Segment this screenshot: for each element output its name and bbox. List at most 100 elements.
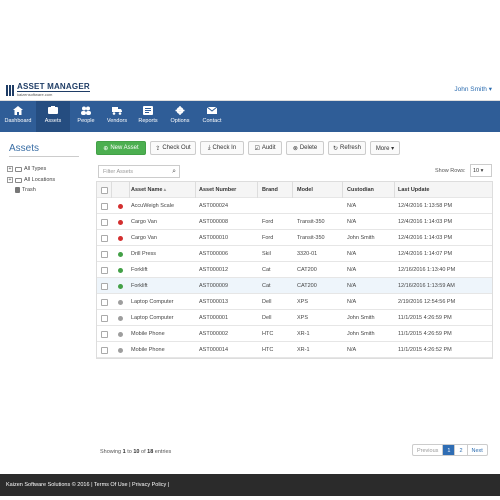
cell-brand: HTC bbox=[262, 331, 274, 337]
check-out-button[interactable]: ⇪ Check Out bbox=[150, 141, 196, 155]
audit-button[interactable]: ☑ Audit bbox=[248, 141, 282, 155]
cell-asset-name[interactable]: Mobile Phone bbox=[131, 347, 165, 353]
footer-text[interactable]: Kaizen Software Solutions © 2016 | Terms… bbox=[6, 482, 169, 488]
row-checkbox[interactable] bbox=[101, 347, 108, 354]
cell-asset-name[interactable]: Forklift bbox=[131, 283, 148, 289]
row-checkbox[interactable] bbox=[101, 219, 108, 226]
cell-model: 3320-01 bbox=[297, 251, 318, 257]
status-dot-icon bbox=[118, 284, 123, 289]
row-checkbox[interactable] bbox=[101, 251, 108, 258]
cell-asset-name[interactable]: AccuWeigh Scale bbox=[131, 203, 174, 209]
nav-contact[interactable]: Contact bbox=[196, 101, 228, 132]
expand-icon[interactable]: + bbox=[7, 166, 13, 172]
cell-last-update: 2/19/2016 12:54:56 PM bbox=[398, 299, 456, 305]
cell-model: Transit-350 bbox=[297, 235, 325, 241]
row-checkbox[interactable] bbox=[101, 331, 108, 338]
new-asset-button[interactable]: ⊕ New Asset bbox=[96, 141, 146, 155]
row-checkbox[interactable] bbox=[101, 283, 108, 290]
cell-last-update: 11/1/2015 4:26:59 PM bbox=[398, 331, 452, 337]
folder-icon bbox=[15, 177, 22, 183]
cell-asset-name[interactable]: Drill Press bbox=[131, 251, 156, 257]
filter-assets-input[interactable]: Filter Assets ⌕ bbox=[98, 165, 180, 178]
cell-last-update: 12/16/2016 1:13:40 PM bbox=[398, 267, 456, 273]
row-checkbox[interactable] bbox=[101, 299, 108, 306]
select-all-checkbox[interactable] bbox=[101, 187, 108, 194]
cell-last-update: 12/4/2016 1:14:03 PM bbox=[398, 235, 453, 241]
user-menu[interactable]: John Smith ▾ bbox=[454, 85, 492, 93]
cell-asset-number: AST000014 bbox=[199, 347, 229, 353]
cell-asset-number: AST000009 bbox=[199, 283, 229, 289]
more-dropdown-button[interactable]: More ▾ bbox=[370, 141, 400, 155]
status-dot-icon bbox=[118, 332, 123, 337]
table-row[interactable]: AccuWeigh Scale AST000024 N/A 12/4/2016 1:1… bbox=[97, 198, 492, 214]
logo-mark-icon bbox=[6, 84, 15, 96]
expand-icon[interactable]: + bbox=[7, 177, 13, 183]
tree-item-all-locations[interactable]: + All Locations bbox=[7, 177, 55, 183]
column-header-model[interactable]: Model bbox=[297, 187, 313, 193]
column-divider bbox=[292, 182, 293, 198]
logo-subtitle: kaizensoftware.com bbox=[17, 91, 90, 97]
cell-asset-number: AST000008 bbox=[199, 219, 229, 225]
nav-reports[interactable]: Reports bbox=[132, 101, 164, 132]
nav-options[interactable]: Options bbox=[164, 101, 196, 132]
nav-vendors[interactable]: Vendors bbox=[102, 101, 132, 132]
cell-asset-number: AST000024 bbox=[199, 203, 229, 209]
cell-asset-name[interactable]: Cargo Van bbox=[131, 235, 157, 241]
table-row[interactable]: Cargo Van AST000008 Ford Transit-350 N/A 12/4… bbox=[97, 214, 492, 230]
cell-brand: Skil bbox=[262, 251, 271, 257]
row-checkbox[interactable] bbox=[101, 235, 108, 242]
nav-assets[interactable]: Assets bbox=[36, 101, 70, 132]
table-row[interactable]: Drill Press AST000006 Skil 3320-01 N/A 12/4/2… bbox=[97, 246, 492, 262]
column-header-asset-number[interactable]: Asset Number bbox=[199, 187, 236, 193]
tree-item-all-types[interactable]: + All Types bbox=[7, 166, 46, 172]
column-header-brand[interactable]: Brand bbox=[262, 187, 278, 193]
truck-icon bbox=[112, 107, 122, 115]
cell-asset-name[interactable]: Mobile Phone bbox=[131, 331, 165, 337]
table-row[interactable]: Mobile Phone AST000014 HTC XR-1 N/A 11/1/2015… bbox=[97, 342, 492, 358]
check-in-button[interactable]: ⤓ Check In bbox=[200, 141, 244, 155]
cell-asset-name[interactable]: Cargo Van bbox=[131, 219, 157, 225]
cell-brand: Cat bbox=[262, 267, 271, 273]
nav-dashboard[interactable]: Dashboard bbox=[0, 101, 36, 132]
checkbox-icon: ☑ bbox=[254, 145, 260, 152]
page-2-button[interactable]: 2 bbox=[454, 445, 466, 455]
show-rows-select[interactable]: 10 ▾ bbox=[470, 164, 492, 177]
column-header-label: Asset Name bbox=[131, 187, 163, 193]
table-row[interactable]: Cargo Van AST000010 Ford Transit-350 John Sm… bbox=[97, 230, 492, 246]
table-row[interactable]: Forklift AST000009 Cat CAT200 N/A 12/16/2016 … bbox=[97, 278, 492, 294]
cell-brand: HTC bbox=[262, 347, 274, 353]
column-divider bbox=[111, 182, 112, 198]
previous-page-button[interactable]: Previous bbox=[413, 445, 442, 455]
pagination-summary: Showing 1 to 10 of 18 entries bbox=[100, 449, 171, 455]
cell-custodian: N/A bbox=[347, 347, 357, 353]
table-row[interactable]: Laptop Computer AST000001 Dell XPS John Smit… bbox=[97, 310, 492, 326]
next-page-button[interactable]: Next bbox=[466, 445, 487, 455]
table-row[interactable]: Forklift AST000012 Cat CAT200 N/A 12/16/2016 … bbox=[97, 262, 492, 278]
app-logo[interactable]: ASSET MANAGER kaizensoftware.com bbox=[6, 83, 90, 97]
cell-brand: Cat bbox=[262, 283, 271, 289]
column-divider bbox=[394, 182, 395, 198]
page-1-button[interactable]: 1 bbox=[442, 445, 455, 455]
table-header-row: Asset Name▴ Asset Number Brand Model Cus… bbox=[97, 182, 492, 198]
cell-last-update: 12/16/2016 1:13:59 AM bbox=[398, 283, 455, 289]
nav-dashboard-label: Dashboard bbox=[4, 118, 32, 124]
cell-asset-name[interactable]: Laptop Computer bbox=[131, 299, 174, 305]
table-row[interactable]: Laptop Computer AST000013 Dell XPS N/A 2/19/2… bbox=[97, 294, 492, 310]
search-icon[interactable]: ⌕ bbox=[172, 168, 176, 176]
row-checkbox[interactable] bbox=[101, 315, 108, 322]
people-icon bbox=[81, 106, 91, 115]
cell-asset-name[interactable]: Laptop Computer bbox=[131, 315, 174, 321]
nav-people[interactable]: People bbox=[70, 101, 102, 132]
cell-asset-name[interactable]: Forklift bbox=[131, 267, 148, 273]
tree-item-trash[interactable]: Trash bbox=[15, 187, 36, 193]
status-dot-icon bbox=[118, 252, 123, 257]
column-header-custodian[interactable]: Custodian bbox=[347, 187, 374, 193]
column-header-last-update[interactable]: Last Update bbox=[398, 187, 429, 193]
column-header-asset-name[interactable]: Asset Name▴ bbox=[131, 187, 166, 193]
table-row[interactable]: Mobile Phone AST000002 HTC XR-1 John Smith 11… bbox=[97, 326, 492, 342]
row-checkbox[interactable] bbox=[101, 203, 108, 210]
refresh-button[interactable]: ↻ Refresh bbox=[328, 141, 366, 155]
delete-button[interactable]: ⊗ Delete bbox=[286, 141, 324, 155]
sidebar-divider bbox=[9, 156, 79, 157]
row-checkbox[interactable] bbox=[101, 267, 108, 274]
